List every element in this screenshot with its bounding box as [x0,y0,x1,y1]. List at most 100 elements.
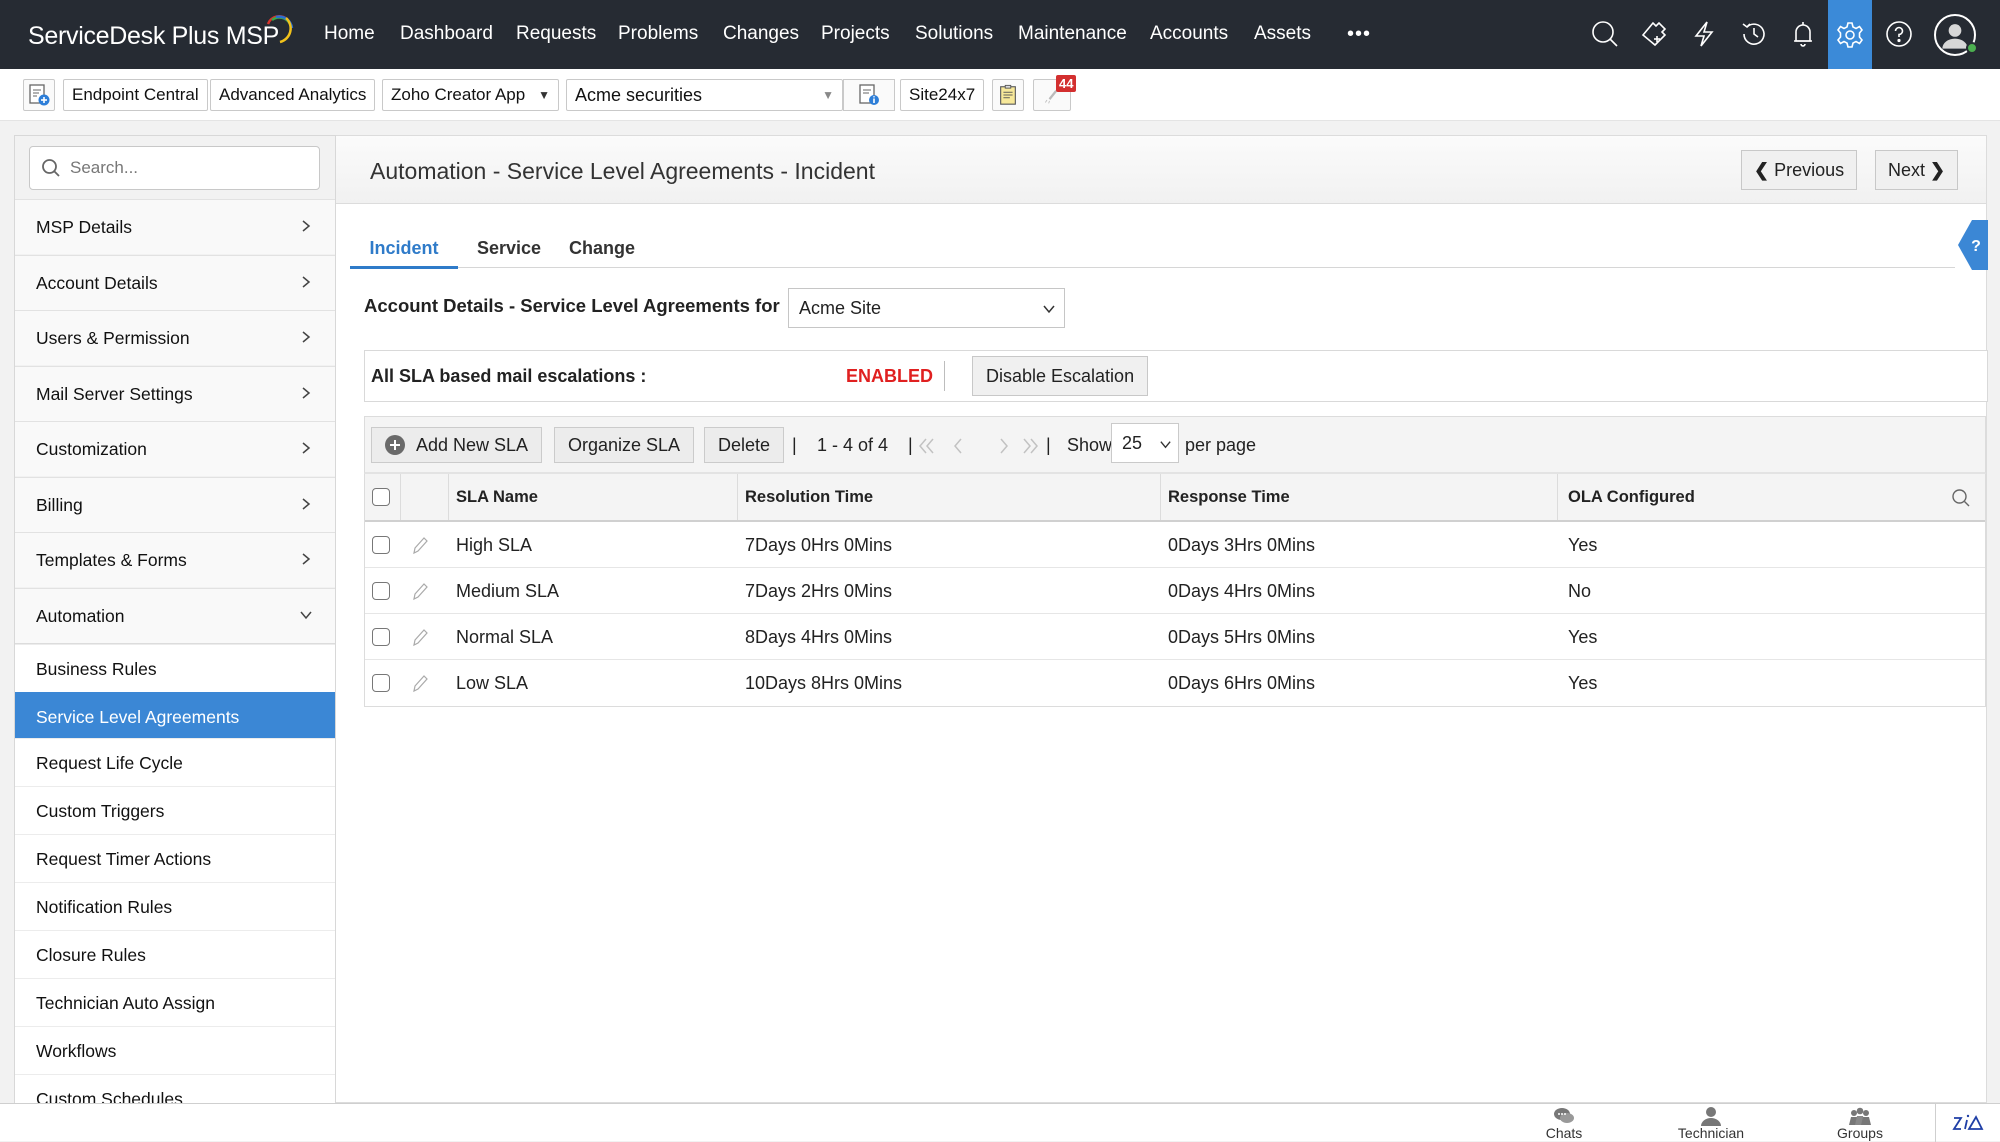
column-header-ola-configured[interactable]: OLA Configured [1558,474,1985,520]
add-new-sla-label: Add New SLA [416,435,529,455]
help-button[interactable] [1881,16,1917,52]
sla-name-cell[interactable]: High SLA [456,522,532,567]
nav-home[interactable]: Home [324,23,375,45]
zia-assistant-button[interactable] [1935,1104,2000,1142]
table-row[interactable]: Normal SLA 8Days 4Hrs 0Mins 0Days 5Hrs 0… [365,614,1985,660]
technician-button[interactable]: Technician [1651,1106,1771,1140]
new-request-template-button[interactable] [23,79,55,111]
next-button[interactable]: Next ❯ [1875,150,1959,190]
advanced-analytics-button[interactable]: Advanced Analytics [210,79,376,111]
account-site-select[interactable]: Acme Site [788,288,1065,328]
notifications-button[interactable] [1785,16,1821,52]
groups-button[interactable]: Groups [1800,1106,1920,1140]
row-checkbox[interactable] [372,628,390,646]
sidebar-item-service-level-agreements[interactable]: Service Level Agreements [15,692,335,738]
previous-button[interactable]: ❮ Previous [1741,150,1858,190]
account-info-button[interactable] [843,79,895,111]
sla-type-tabs: Incident Service Change [350,234,1955,269]
edit-pencil-icon[interactable] [409,626,431,648]
nav-accounts[interactable]: Accounts [1150,23,1228,45]
first-page-icon[interactable] [916,436,938,456]
sidebar-search-input[interactable] [70,155,310,181]
table-row[interactable]: Medium SLA 7Days 2Hrs 0Mins 0Days 4Hrs 0… [365,568,1985,614]
admin-settings-button[interactable] [1828,0,1872,69]
previous-page-icon[interactable] [947,436,969,456]
nav-solutions[interactable]: Solutions [915,23,993,45]
sidebar-group-automation[interactable]: Automation [15,587,335,645]
groups-label: Groups [1837,1125,1883,1141]
last-page-icon[interactable] [1019,436,1041,456]
account-select[interactable]: Acme securities ▼ [566,79,843,111]
row-checkbox[interactable] [372,536,390,554]
nav-maintenance[interactable]: Maintenance [1018,23,1127,45]
column-header-response-time[interactable]: Response Time [1161,474,1558,520]
site24x7-button[interactable]: Site24x7 [900,79,985,111]
select-all-checkbox[interactable] [372,488,390,506]
nav-projects[interactable]: Projects [821,23,890,45]
nav-problems[interactable]: Problems [618,23,698,45]
column-header-resolution-time[interactable]: Resolution Time [738,474,1161,520]
disable-escalation-button[interactable]: Disable Escalation [972,356,1149,396]
sidebar-item-label: Custom Triggers [36,801,165,821]
sidebar-item-request-life-cycle[interactable]: Request Life Cycle [15,738,335,786]
column-search-icon[interactable] [1951,488,1971,508]
nav-assets[interactable]: Assets [1254,23,1311,45]
sidebar-group-label: Account Details [36,272,158,293]
sidebar-item-technician-auto-assign[interactable]: Technician Auto Assign [15,978,335,1026]
tab-service[interactable]: Service [468,234,550,268]
chevron-right-icon: ❯ [1930,160,1946,180]
sidebar-group-billing[interactable]: Billing [15,476,335,532]
sla-name-cell[interactable]: Normal SLA [456,614,553,659]
new-ticket-button[interactable] [1636,16,1672,52]
nav-requests[interactable]: Requests [516,23,596,45]
page-header: Automation - Service Level Agreements - … [336,136,1986,204]
next-page-icon[interactable] [993,436,1015,456]
tab-change[interactable]: Change [560,234,644,268]
history-button[interactable] [1736,16,1772,52]
app-logo[interactable]: ServiceDesk Plus MSP [28,22,279,51]
sidebar-item-request-timer-actions[interactable]: Request Timer Actions [15,834,335,882]
technician-icon [1701,1107,1721,1126]
clipboard-button[interactable] [992,79,1024,111]
sidebar-item-custom-triggers[interactable]: Custom Triggers [15,786,335,834]
table-row[interactable]: Low SLA 10Days 8Hrs 0Mins 0Days 6Hrs 0Mi… [365,660,1985,706]
more-menu-icon[interactable]: ••• [1347,23,1371,46]
edit-pencil-icon[interactable] [409,580,431,602]
endpoint-central-button[interactable]: Endpoint Central [63,79,208,111]
sidebar-group-users-permission[interactable]: Users & Permission [15,310,335,365]
nav-changes[interactable]: Changes [723,23,799,45]
organize-sla-button[interactable]: Organize SLA [554,427,695,463]
ola-configured-cell: No [1568,581,1592,601]
sidebar-item-notification-rules[interactable]: Notification Rules [15,882,335,930]
contextual-help-tab[interactable]: ? [1958,220,1988,270]
zoho-creator-app-dropdown[interactable]: Zoho Creator App ▼ [382,79,559,111]
sidebar-group-mail-server-settings[interactable]: Mail Server Settings [15,365,335,421]
column-header-sla-name[interactable]: SLA Name [449,474,738,520]
delete-button[interactable]: Delete [704,427,785,463]
chats-button[interactable]: Chats [1504,1106,1624,1140]
row-checkbox[interactable] [372,582,390,600]
sidebar-group-account-details[interactable]: Account Details [15,254,335,310]
caret-down-icon: ▼ [822,88,834,102]
sidebar-group-msp-details[interactable]: MSP Details [15,199,335,254]
edit-pencil-icon[interactable] [409,534,431,556]
sidebar-item-custom-schedules[interactable]: Custom Schedules [15,1074,335,1103]
add-new-sla-button[interactable]: Add New SLA [371,427,543,463]
per-page-select[interactable]: 25 [1111,423,1179,463]
sidebar-group-templates-forms[interactable]: Templates & Forms [15,532,335,587]
sidebar-item-workflows[interactable]: Workflows [15,1026,335,1074]
sidebar-item-closure-rules[interactable]: Closure Rules [15,930,335,978]
row-checkbox[interactable] [372,674,390,692]
sidebar-group-customization[interactable]: Customization [15,421,335,476]
sla-name-cell[interactable]: Medium SLA [456,568,559,613]
nav-dashboard[interactable]: Dashboard [400,23,493,45]
sidebar-search[interactable] [29,146,320,190]
edit-pencil-icon[interactable] [409,672,431,694]
tab-incident[interactable]: Incident [350,234,458,269]
table-row[interactable]: High SLA 7Days 0Hrs 0Mins 0Days 3Hrs 0Mi… [365,522,1985,568]
chevron-right-icon [302,331,311,343]
quick-actions-button[interactable] [1686,16,1722,52]
sidebar-item-business-rules[interactable]: Business Rules [15,644,335,692]
global-search-button[interactable] [1587,16,1623,52]
sla-name-cell[interactable]: Low SLA [456,660,528,706]
